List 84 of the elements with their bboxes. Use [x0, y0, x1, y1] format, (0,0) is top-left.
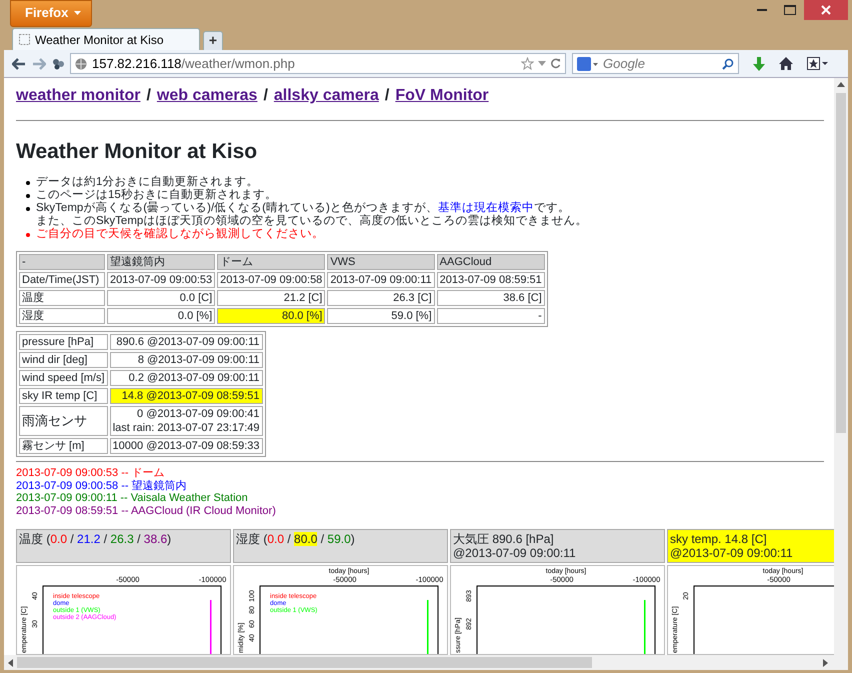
table-cell: 0 @2013-07-09 09:00:41 last rain: 2013-07-07 23:17:49	[110, 406, 262, 436]
nav-link[interactable]: FoV Monitor	[395, 84, 489, 108]
separator: /	[263, 86, 268, 106]
table-cell: 0.0 [%]	[107, 308, 216, 324]
separator: /	[384, 86, 390, 106]
addon-icon[interactable]	[52, 58, 64, 70]
table-cell: 38.6 [C]	[436, 290, 545, 306]
panel-header: 湿度 (0.0 / 80.0 / 59.0)	[233, 529, 448, 564]
row-label: 霧センサ [m]	[19, 438, 108, 454]
panel-header: 温度 (0.0 / 21.2 / 26.3 / 38.6)	[16, 529, 231, 564]
table-cell: 2013-07-09 08:59:51	[436, 272, 545, 288]
column-header: ドーム	[217, 254, 326, 270]
scroll-left-icon[interactable]	[8, 658, 13, 666]
scroll-up-icon[interactable]	[837, 82, 845, 87]
url-field[interactable]: 157.82.216.118/weather/wmon.php	[70, 53, 566, 74]
scrollbar-thumb[interactable]	[17, 657, 592, 668]
row-label: 雨滴センサ	[19, 406, 108, 436]
log-line: 2013-07-09 09:00:11 -- Vaisala Weather Station	[16, 492, 249, 505]
table-cell: 0.2 @2013-07-09 09:00:11	[110, 370, 262, 386]
column-header: -	[19, 254, 105, 270]
table-cell: 10000 @2013-07-09 08:59:33	[110, 438, 262, 454]
row-label: Date/Time(JST)	[19, 272, 105, 288]
page-heading: Weather Monitor at Kiso	[16, 139, 258, 164]
caret-icon	[74, 10, 82, 15]
home-icon[interactable]	[779, 57, 793, 70]
globe-icon	[75, 58, 87, 70]
row-label: wind speed [m/s]	[19, 370, 108, 386]
back-icon[interactable]	[12, 58, 26, 70]
note-text: データは約1分おきに自動更新されます。	[36, 176, 258, 188]
reload-icon[interactable]	[550, 58, 561, 69]
bullet-icon	[26, 181, 30, 186]
table-cell: 2013-07-09 09:00:53	[107, 272, 216, 288]
tab-title: Weather Monitor at Kiso	[35, 32, 164, 48]
table-cell: 2013-07-09 09:00:58	[217, 272, 326, 288]
table-cell: 80.0 [%]	[217, 308, 326, 324]
bullet-icon	[26, 233, 30, 238]
new-tab-button[interactable]: +	[203, 31, 223, 50]
note-text: このページは15秒おきに自動更新されます。	[36, 189, 277, 202]
scrollbar-thumb[interactable]	[836, 93, 846, 433]
search-engine-icon[interactable]	[577, 56, 599, 70]
nav-link[interactable]: weather monitor	[16, 84, 140, 108]
scroll-right-icon[interactable]	[823, 658, 828, 666]
table-cell: -	[436, 308, 545, 324]
page-icon	[19, 34, 30, 45]
column-header: VWS	[327, 254, 435, 270]
note-text: また、このSkyTempはほぼ天頂の領域の空を見ているので、高度の低いところの雲は検知できません。	[36, 215, 588, 228]
note-text: ご自分の目で天候を確認しながら観測してください。	[36, 228, 324, 242]
table-cell: 890.6 @2013-07-09 09:00:11	[110, 334, 262, 350]
log-line: 2013-07-09 08:59:51 -- AAGCloud (IR Cloud Monitor)	[16, 504, 277, 518]
dropdown-icon[interactable]	[538, 61, 546, 66]
row-label: 温度	[19, 290, 105, 306]
star-icon[interactable]	[521, 57, 534, 70]
search-field[interactable]: Google	[572, 53, 739, 74]
table-cell: 14.8 @2013-07-09 08:59:51	[110, 388, 262, 404]
table-cell: 21.2 [C]	[217, 290, 326, 306]
browser-tab[interactable]: Weather Monitor at Kiso	[12, 28, 200, 50]
table-cell: 8 @2013-07-09 09:00:11	[110, 352, 262, 368]
bullet-icon	[26, 207, 30, 212]
row-label: pressure [hPa]	[19, 334, 108, 350]
close-icon[interactable]	[821, 5, 831, 15]
panel-header: 大気圧 890.6 [hPa] @2013-07-09 09:00:11	[450, 529, 665, 564]
minimize-icon[interactable]	[757, 8, 767, 12]
table-cell: 2013-07-09 09:00:11	[327, 272, 435, 288]
nav-link[interactable]: allsky camera	[274, 84, 379, 108]
download-icon[interactable]	[753, 56, 765, 70]
log-line: 2013-07-09 09:00:53 -- ドーム	[16, 467, 166, 480]
column-header: 望遠鏡筒内	[107, 254, 216, 270]
row-label: sky IR temp [C]	[19, 388, 108, 404]
table-cell: 0.0 [C]	[107, 290, 216, 306]
row-label: 湿度	[19, 308, 105, 324]
link[interactable]: 基準は現在模索中	[438, 202, 534, 214]
maximize-icon[interactable]	[784, 5, 796, 15]
bullet-icon	[26, 194, 30, 198]
column-header: AAGCloud	[436, 254, 545, 270]
table-cell: 26.3 [C]	[327, 290, 435, 306]
bookmarks-icon[interactable]	[807, 57, 829, 70]
row-label: wind dir [deg]	[19, 352, 108, 368]
log-line: 2013-07-09 09:00:58 -- 望遠鏡筒内	[16, 480, 188, 492]
panel-header: sky temp. 14.8 [C] @2013-07-09 09:00:11	[667, 529, 834, 564]
table-cell: 59.0 [%]	[327, 308, 435, 324]
separator: /	[146, 86, 151, 106]
search-icon[interactable]	[722, 58, 734, 70]
nav-link[interactable]: web cameras	[156, 84, 258, 108]
note-text: SkyTempが高くなる(曇っている)/低くなる(晴れている)と色がつきますが、基準は現在模索中 です。	[36, 202, 571, 214]
